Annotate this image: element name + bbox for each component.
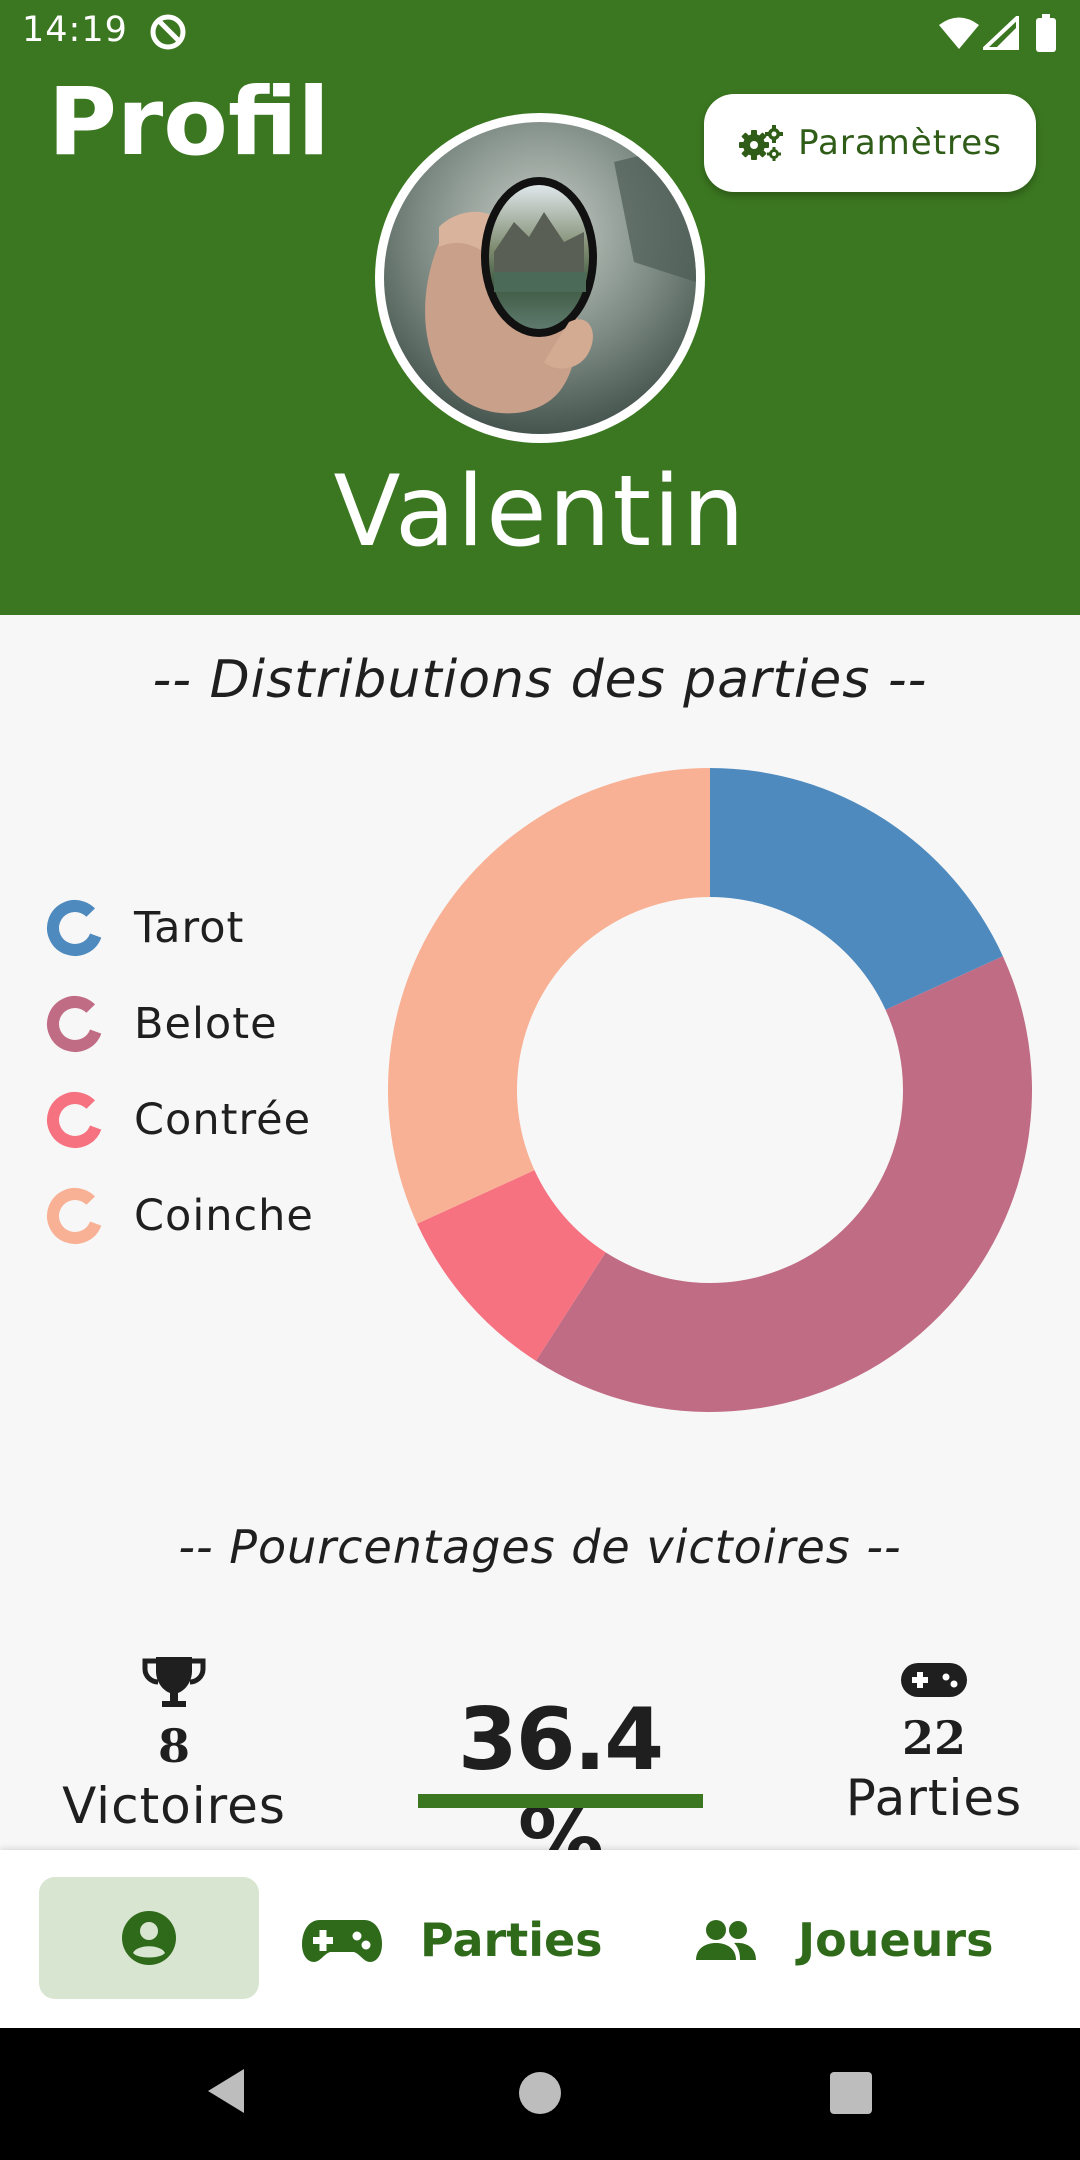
home-icon[interactable] (519, 2072, 561, 2114)
system-navigation-bar (0, 2028, 1080, 2160)
account-circle-icon (122, 1911, 176, 1965)
legend-item: Tarot (46, 880, 366, 976)
gamepad-icon (901, 1663, 967, 1697)
legend-swatch-icon (47, 1188, 103, 1244)
gears-icon (739, 125, 784, 161)
legend-label: Coinche (134, 1191, 314, 1241)
victories-stat: 8 Victoires (44, 1655, 304, 1835)
legend-label: Belote (134, 999, 278, 1049)
status-bar: 14:19 (0, 0, 1080, 64)
legend-item: Coinche (46, 1168, 366, 1264)
username: Valentin (333, 455, 747, 569)
donut-slice-coinche[interactable] (387, 768, 710, 1224)
page-title: Profil (48, 68, 330, 177)
distribution-section-title: -- Distributions des parties -- (152, 650, 928, 710)
legend-label: Contrée (134, 1095, 312, 1145)
avatar-photo (384, 122, 696, 434)
nav-tab-players[interactable]: Joueurs (694, 1890, 993, 1990)
legend-item: Contrée (46, 1072, 366, 1168)
back-icon[interactable] (204, 2066, 248, 2116)
games-stat: 22 Parties (804, 1655, 1064, 1827)
games-count: 22 (901, 1711, 966, 1765)
victories-count: 8 (157, 1719, 190, 1773)
battery-icon (1036, 14, 1056, 52)
donut-slice-tarot[interactable] (710, 768, 1003, 1010)
recents-icon[interactable] (830, 2072, 872, 2114)
legend-item: Belote (46, 976, 366, 1072)
donut-slice-belote[interactable] (535, 956, 1032, 1412)
trophy-icon (142, 1657, 206, 1707)
legend-swatch-icon (47, 1092, 103, 1148)
legend-swatch-icon (47, 996, 103, 1052)
victories-label: Victoires (62, 1777, 286, 1835)
wifi-icon (939, 17, 979, 49)
games-label: Parties (845, 1769, 1023, 1827)
signal-icon (983, 16, 1019, 50)
gamepad-icon (302, 1920, 382, 1962)
nav-tab-games[interactable]: Parties (300, 1890, 603, 1990)
percentage-underline (418, 1794, 703, 1808)
nav-tab-games-label: Parties (420, 1913, 603, 1967)
settings-button-label: Paramètres (798, 123, 1002, 163)
victories-section-title: -- Pourcentages de victoires -- (178, 1520, 902, 1574)
app-notification-icon (150, 14, 186, 50)
nav-tab-profile[interactable] (39, 1877, 259, 1999)
distribution-donut-chart (387, 768, 1032, 1412)
avatar[interactable] (384, 122, 696, 434)
people-icon (696, 1920, 756, 1960)
status-time: 14:19 (22, 10, 128, 50)
settings-button[interactable]: Paramètres (704, 94, 1036, 192)
chart-legend: Tarot Belote Contrée Coinche (46, 880, 366, 1264)
bottom-navigation: Parties Joueurs (0, 1850, 1080, 2028)
legend-label: Tarot (134, 903, 245, 953)
nav-tab-players-label: Joueurs (798, 1913, 994, 1967)
legend-swatch-icon (47, 900, 103, 956)
